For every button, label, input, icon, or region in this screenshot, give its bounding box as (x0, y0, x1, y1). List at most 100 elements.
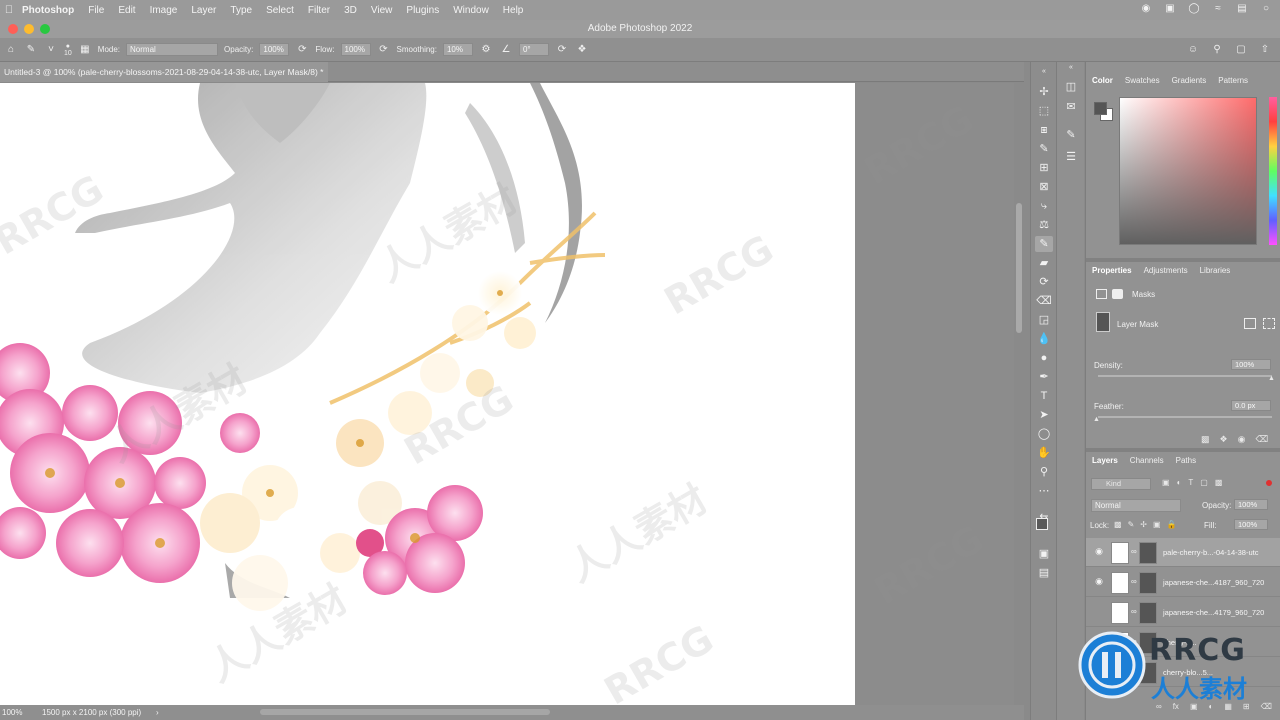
mask-link-icon[interactable]: ∞ (1131, 607, 1137, 616)
menu-image[interactable]: Image (150, 5, 178, 16)
document-canvas[interactable]: RRCG 人人素材 人人素材 RRCG 人人素材 人人素材 RRCG RRCG (0, 83, 855, 705)
tab-swatches[interactable]: Swatches (1119, 72, 1166, 90)
menu-filter[interactable]: Filter (308, 5, 330, 16)
pressure-opacity-icon[interactable]: ⟳ (295, 43, 309, 57)
visibility-eye-icon[interactable]: ◉ (1093, 546, 1105, 557)
wifi-icon[interactable]: ≈ (1212, 3, 1224, 15)
smoothing-input[interactable]: 10% (442, 43, 473, 56)
lock-pixels-icon[interactable]: ✎ (1128, 520, 1135, 529)
layer-mask-thumbnail[interactable] (1139, 542, 1157, 564)
quick-select-icon[interactable]: ✎ (1035, 141, 1053, 157)
brush-settings-icon[interactable]: ▦ (78, 43, 92, 57)
screen-icon[interactable]: ▣ (1164, 3, 1176, 15)
lock-all-icon[interactable]: 🔒 (1167, 520, 1177, 529)
load-selection-icon[interactable]: ▩ (1201, 434, 1210, 445)
filter-pixel-icon[interactable]: ▣ (1162, 478, 1170, 487)
document-info[interactable]: 1500 px x 2100 px (300 ppi) (42, 708, 141, 717)
eyedropper-icon[interactable]: ⤷ (1035, 198, 1053, 214)
menu-plugins[interactable]: Plugins (406, 5, 439, 16)
visibility-icon[interactable]: ◉ (1238, 434, 1246, 445)
visibility-eye-icon[interactable]: ◉ (1093, 576, 1105, 587)
frame-tool-icon[interactable]: ⊠ (1035, 179, 1053, 195)
mask-link-icon[interactable]: ∞ (1131, 547, 1137, 556)
flow-input[interactable]: 100% (340, 43, 371, 56)
dodge-tool-icon[interactable]: ● (1035, 350, 1053, 366)
filter-toggle-icon[interactable] (1266, 480, 1272, 486)
ellipse-tool-icon[interactable]: ◯ (1035, 426, 1053, 442)
more-tools-icon[interactable]: ⋯ (1035, 483, 1053, 499)
quick-mask-icon[interactable]: ▣ (1035, 546, 1053, 562)
symmetry-icon[interactable]: ❖ (575, 43, 589, 57)
pressure-size-icon[interactable]: ⟳ (555, 43, 569, 57)
tab-layers[interactable]: Layers (1086, 452, 1124, 470)
eraser-icon[interactable]: ⌫ (1035, 293, 1053, 309)
menu-3d[interactable]: 3D (344, 5, 357, 16)
mask-link-icon[interactable]: ∞ (1131, 577, 1137, 586)
pixel-mask-icon[interactable] (1096, 289, 1107, 299)
density-slider[interactable] (1098, 375, 1272, 377)
add-vector-mask-icon[interactable] (1263, 318, 1275, 329)
brush-preset-picker[interactable]: ● 10 (64, 43, 72, 57)
horizontal-scrollbar[interactable] (260, 709, 550, 715)
share-icon[interactable]: ☺ (1186, 43, 1200, 57)
tab-paths[interactable]: Paths (1170, 452, 1202, 470)
lock-transparent-icon[interactable]: ▩ (1114, 520, 1122, 529)
tab-patterns[interactable]: Patterns (1212, 72, 1254, 90)
menu-window[interactable]: Window (453, 5, 489, 16)
slider-handle-icon[interactable]: ▲ (1268, 375, 1275, 382)
layer-name[interactable]: pale-cherry-b...-04-14-38-utc (1163, 548, 1258, 557)
opacity-input[interactable]: 100% (259, 43, 290, 56)
record-icon[interactable]: ◉ (1140, 3, 1152, 15)
crop-tool-icon[interactable]: ⊞ (1035, 160, 1053, 176)
document-tab[interactable]: Untitled-3 @ 100% (pale-cherry-blossoms-… (0, 62, 328, 82)
blur-tool-icon[interactable]: 💧 (1035, 331, 1053, 347)
brush-tool-icon[interactable]: ✎ (1035, 236, 1053, 252)
layer-row[interactable]: ◉ ∞ pale-cherry-b...-04-14-38-utc (1086, 538, 1280, 567)
select-pixel-mask-icon[interactable] (1244, 318, 1256, 329)
menu-file[interactable]: File (88, 5, 104, 16)
fill-input[interactable]: 100% (1234, 519, 1268, 530)
menu-layer[interactable]: Layer (191, 5, 216, 16)
creative-cloud-icon[interactable]: ◯ (1188, 3, 1200, 15)
kind-filter-select[interactable]: Kind (1091, 478, 1151, 490)
filter-shape-icon[interactable]: ▢ (1200, 478, 1208, 487)
move-tool-icon[interactable]: ✢ (1035, 84, 1053, 100)
layer-row[interactable]: ◉ ∞ japanese-che...4179_960_720 (1086, 598, 1280, 627)
color-picker-field[interactable] (1119, 97, 1257, 245)
layer-row[interactable]: ◉ ∞ japanese-che...4187_960_720 (1086, 568, 1280, 597)
lock-position-icon[interactable]: ✢ (1140, 520, 1147, 529)
pen-tool-icon[interactable]: ✒ (1035, 369, 1053, 385)
menu-help[interactable]: Help (503, 5, 524, 16)
feather-slider[interactable] (1098, 416, 1272, 418)
foreground-color-swatch[interactable] (1094, 102, 1107, 115)
apply-mask-icon[interactable]: ❖ (1220, 434, 1228, 445)
home-icon[interactable]: ⌂ (4, 43, 18, 57)
spotlight-icon[interactable]: ○ (1260, 3, 1272, 15)
foreground-color-swatch[interactable] (1036, 518, 1048, 530)
layer-mask-thumbnail[interactable] (1139, 572, 1157, 594)
filter-adjustment-icon[interactable]: ◐ (1177, 478, 1182, 487)
menu-view[interactable]: View (371, 5, 393, 16)
layer-name[interactable]: japanese-che...4179_960_720 (1163, 608, 1264, 617)
feather-input[interactable]: 0.0 px (1231, 400, 1271, 411)
vertical-scrollbar[interactable] (1014, 83, 1024, 705)
menu-app-name[interactable]: Photoshop (22, 5, 74, 16)
search-icon[interactable]: ⚲ (1210, 43, 1224, 57)
type-tool-icon[interactable]: T (1035, 388, 1053, 404)
layer-mask-thumbnail[interactable] (1139, 602, 1157, 624)
delete-mask-icon[interactable]: ⌫ (1255, 434, 1268, 445)
zoom-level[interactable]: 100% (2, 708, 22, 717)
healing-brush-icon[interactable]: ⚖ (1035, 217, 1053, 233)
angle-input[interactable]: 0° (518, 43, 549, 56)
path-select-icon[interactable]: ➤ (1035, 407, 1053, 423)
brush-tool-icon[interactable]: ✎ (24, 43, 38, 57)
comments-icon[interactable]: ✉ (1063, 100, 1079, 116)
tab-channels[interactable]: Channels (1124, 452, 1170, 470)
chevron-down-icon[interactable]: ˅ (44, 43, 58, 57)
hand-tool-icon[interactable]: ✋ (1035, 445, 1053, 461)
menu-select[interactable]: Select (266, 5, 294, 16)
density-input[interactable]: 100% (1231, 359, 1271, 370)
tab-color[interactable]: Color (1086, 72, 1119, 90)
visibility-eye-icon[interactable]: ◉ (1093, 606, 1105, 617)
blend-mode-select[interactable]: Normal (1091, 499, 1181, 512)
